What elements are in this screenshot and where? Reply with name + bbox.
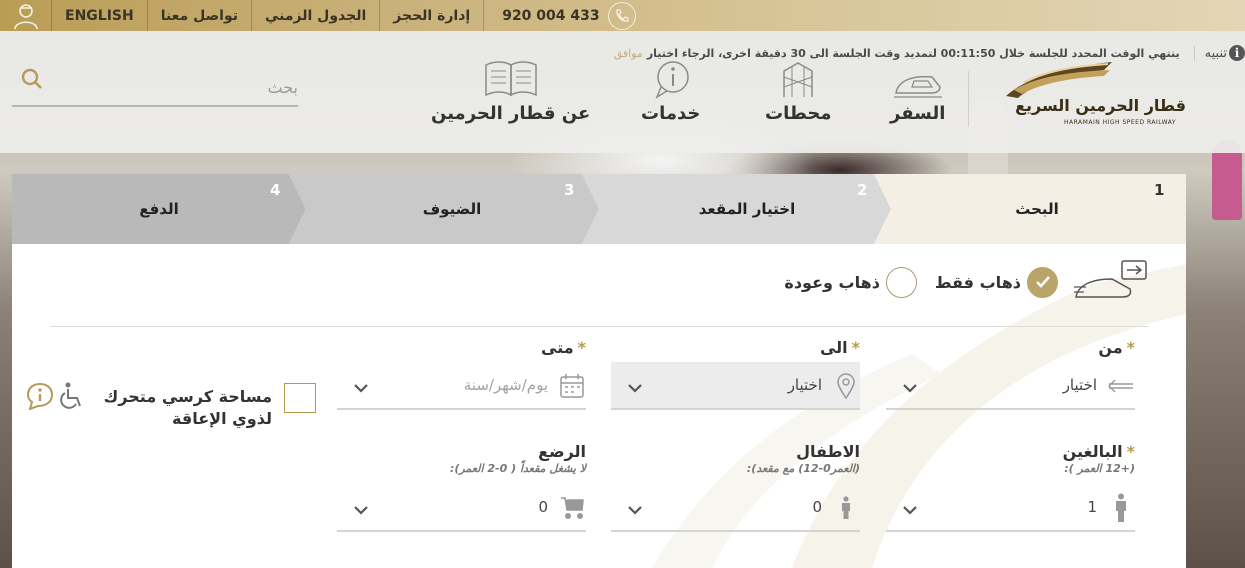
- top-bar: ENGLISH تواصل معنا الجدول الزمني إدارة ا…: [0, 0, 1245, 31]
- adults-age-hint: (+12 العمر ):: [1064, 462, 1135, 475]
- step-search[interactable]: البحث: [972, 200, 1102, 218]
- wheelchair-icon: [60, 382, 84, 414]
- stroller-icon: [558, 494, 586, 522]
- required-mark: *: [1126, 338, 1135, 357]
- date-input[interactable]: يوم/شهر/سنة: [337, 362, 586, 410]
- adult-person-icon: [1107, 493, 1135, 522]
- nav-travel[interactable]: السفر: [890, 55, 945, 124]
- round-trip-radio[interactable]: [885, 266, 917, 298]
- date-placeholder: يوم/شهر/سنة: [463, 376, 548, 394]
- info-bubble-icon: [651, 55, 691, 99]
- logo-name-arabic: قطار الحرمين السريع: [1015, 96, 1186, 115]
- infants-field: الرضع لا يشغل مقعداً ( 0-2 العمر): 0: [337, 442, 586, 532]
- logo-name-english: HARAMAIN HIGH SPEED RAILWAY: [1064, 119, 1176, 126]
- to-label: *الى: [819, 338, 860, 357]
- step-number-1: 1: [1154, 181, 1165, 199]
- adults-field: *البالغين (+12 العمر ): 1: [886, 442, 1135, 532]
- step-payment[interactable]: الدفع: [94, 200, 224, 218]
- children-age-hint: (العمر0-12) مع مقعد):: [746, 462, 860, 475]
- infants-age-hint: لا يشغل مقعداً ( 0-2 العمر):: [449, 462, 586, 475]
- manage-booking-link[interactable]: إدارة الحجز: [380, 0, 485, 31]
- adults-label: *البالغين: [1062, 442, 1135, 461]
- round-trip-label[interactable]: ذهاب وعودة: [784, 273, 880, 292]
- step-guests[interactable]: الضيوف: [387, 200, 517, 218]
- chevron-down-icon: [902, 500, 918, 519]
- main-navigation: i تنبيه ينتهي الوقت المحدد للجلسة خلال 0…: [0, 31, 1245, 153]
- to-value: اختيار: [787, 376, 822, 394]
- children-value: 0: [812, 498, 822, 516]
- from-value: اختيار: [1062, 376, 1097, 394]
- phone-link[interactable]: 920 004 433: [484, 0, 648, 31]
- infants-select[interactable]: 0: [337, 484, 586, 532]
- required-mark: *: [851, 338, 860, 357]
- chevron-down-icon: [627, 500, 643, 519]
- contact-us-link[interactable]: تواصل معنا: [148, 0, 252, 31]
- child-person-icon: [832, 494, 860, 522]
- from-label: *من: [1098, 338, 1135, 357]
- step-number-2: 2: [857, 181, 868, 199]
- arrow-left-icon: [1107, 372, 1135, 400]
- infants-value: 0: [538, 498, 548, 516]
- wheelchair-label[interactable]: مساحة كرسي متحرك لذوي الإعاقة: [72, 386, 272, 430]
- nav-stations[interactable]: محطات: [765, 55, 832, 124]
- booking-panel: 1 البحث 2 اختيار المقعد 3 الضيوف 4 الدفع…: [12, 174, 1186, 568]
- chevron-down-icon: [353, 378, 369, 397]
- from-select[interactable]: اختيار: [886, 362, 1135, 410]
- nav-services[interactable]: خدمات: [641, 55, 700, 124]
- nav-about[interactable]: عن قطار الحرمين: [431, 55, 590, 124]
- booking-steps: 1 البحث 2 اختيار المقعد 3 الضيوف 4 الدفع: [12, 174, 1186, 244]
- to-select[interactable]: اختيار: [611, 362, 860, 410]
- step-number-4: 4: [270, 181, 281, 199]
- wheelchair-option: مساحة كرسي متحرك لذوي الإعاقة: [26, 380, 316, 436]
- location-pin-icon: [832, 372, 860, 400]
- notice-label: تنبيه: [1193, 45, 1227, 61]
- children-field: الاطفال (العمر0-12) مع مقعد): 0: [611, 442, 860, 532]
- train-icon: [892, 55, 944, 99]
- nav-travel-label: السفر: [890, 103, 946, 124]
- info-icon[interactable]: [26, 382, 54, 414]
- one-way-label[interactable]: ذهاب فقط: [935, 273, 1021, 292]
- date-label: *متى: [541, 338, 586, 357]
- nav-about-label: عن قطار الحرمين: [431, 103, 591, 124]
- search-icon[interactable]: [20, 67, 44, 95]
- adults-select[interactable]: 1: [886, 484, 1135, 532]
- date-field: *متى يوم/شهر/سنة: [337, 338, 586, 428]
- phone-number: 920 004 433: [502, 7, 600, 24]
- search-bar: [12, 67, 298, 107]
- section-divider: [50, 326, 1148, 327]
- user-account-icon[interactable]: [0, 0, 52, 31]
- train-switch-icon: [1072, 259, 1148, 305]
- children-select[interactable]: 0: [611, 484, 860, 532]
- required-mark: *: [577, 338, 586, 357]
- infants-label: الرضع: [538, 442, 586, 461]
- nav-divider: [968, 71, 969, 127]
- language-switch-link[interactable]: ENGLISH: [52, 0, 148, 31]
- haramain-logo[interactable]: قطار الحرمين السريع HARAMAIN HIGH SPEED …: [1004, 58, 1194, 130]
- required-mark: *: [1126, 442, 1135, 461]
- book-icon: [484, 55, 538, 99]
- chevron-down-icon: [627, 378, 643, 397]
- one-way-radio[interactable]: [1027, 266, 1058, 298]
- chevron-down-icon: [353, 500, 369, 519]
- adults-value: 1: [1087, 498, 1097, 516]
- station-icon: [778, 55, 818, 99]
- notice-ok-link[interactable]: موافق: [614, 47, 643, 60]
- wheelchair-checkbox[interactable]: [284, 383, 316, 413]
- chevron-down-icon: [902, 378, 918, 397]
- to-field: *الى اختيار: [611, 338, 860, 428]
- schedule-link[interactable]: الجدول الزمني: [252, 0, 381, 31]
- phone-icon: [607, 1, 636, 30]
- step-seat-selection[interactable]: اختيار المقعد: [672, 200, 822, 218]
- children-label: الاطفال: [796, 442, 860, 461]
- nav-stations-label: محطات: [765, 103, 832, 124]
- step-number-3: 3: [564, 181, 575, 199]
- info-icon: i: [1229, 45, 1245, 61]
- search-input[interactable]: [52, 71, 298, 103]
- trip-type-selector: ذهاب فقط ذهاب وعودة: [766, 259, 1148, 305]
- nav-services-label: خدمات: [641, 103, 701, 124]
- calendar-icon: [558, 372, 586, 400]
- from-field: *من اختيار: [886, 338, 1135, 428]
